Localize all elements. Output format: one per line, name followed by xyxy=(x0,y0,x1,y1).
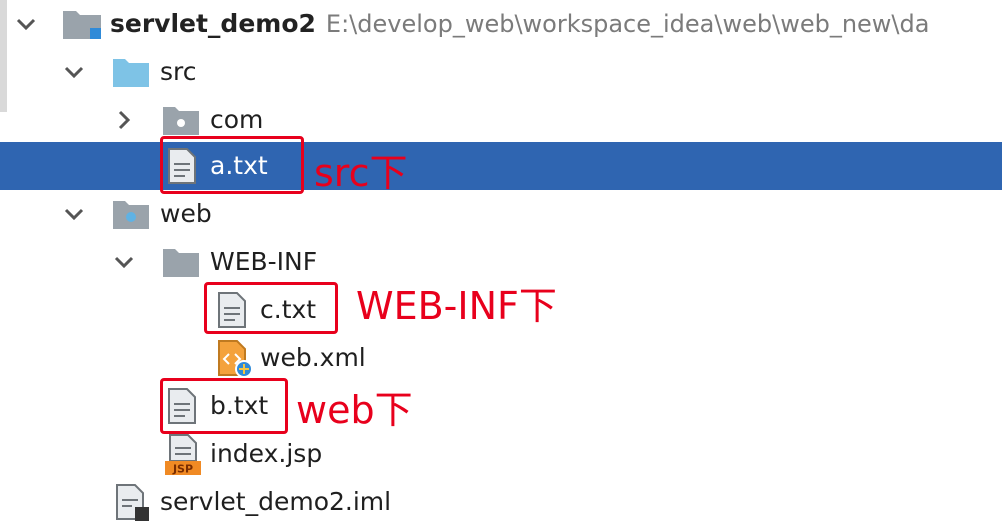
annotation-web: web下 xyxy=(296,388,413,432)
annotation-box-a-txt xyxy=(160,136,304,194)
tree-item-label: web.xml xyxy=(260,343,366,372)
tree-row-a-txt[interactable]: a.txt xyxy=(0,142,1002,190)
chevron-down-icon[interactable] xyxy=(62,202,86,226)
tree-item-label: WEB-INF xyxy=(210,247,318,276)
package-icon xyxy=(163,107,199,135)
annotation-box-c-txt xyxy=(204,282,338,334)
annotation-src: src下 xyxy=(314,151,408,195)
chevron-down-icon[interactable] xyxy=(62,60,86,84)
tree-item-label: web xyxy=(160,199,212,228)
root-row-text: servlet_demo2 E:\develop_web\workspace_id… xyxy=(110,11,929,36)
tree-row-root[interactable]: servlet_demo2 E:\develop_web\workspace_id… xyxy=(0,0,1002,48)
tree-row-web[interactable]: web xyxy=(0,190,1002,238)
tree-row-src[interactable]: src xyxy=(0,48,1002,96)
xml-file-icon xyxy=(218,340,253,378)
tree-item-label: servlet_demo2.iml xyxy=(160,487,392,516)
web-folder-icon xyxy=(113,201,149,229)
tree-row-b-txt[interactable]: b.txt xyxy=(0,382,1002,430)
project-tree: servlet_demo2 E:\develop_web\workspace_id… xyxy=(0,0,1002,530)
iml-file-icon xyxy=(116,484,149,521)
chevron-down-icon[interactable] xyxy=(112,250,136,274)
folder-icon xyxy=(163,249,199,277)
source-folder-icon xyxy=(113,59,149,87)
chevron-down-icon[interactable] xyxy=(14,12,38,36)
project-name: servlet_demo2 xyxy=(110,9,316,38)
tree-row-iml[interactable]: servlet_demo2.iml xyxy=(0,478,1002,526)
tree-item-label: src xyxy=(160,57,197,86)
module-folder-icon xyxy=(63,11,101,39)
tree-item-label: index.jsp xyxy=(210,439,323,468)
project-path: E:\develop_web\workspace_idea\web\web_ne… xyxy=(325,10,930,38)
annotation-web-inf: WEB-INF下 xyxy=(356,284,557,328)
annotation-box-b-txt xyxy=(160,378,288,434)
jsp-file-icon: JSP xyxy=(165,434,201,476)
chevron-right-icon[interactable] xyxy=(112,108,136,132)
tree-row-com[interactable]: com xyxy=(0,96,1002,144)
tree-row-web-xml[interactable]: web.xml xyxy=(0,334,1002,382)
tree-row-index-jsp[interactable]: JSP index.jsp xyxy=(0,430,1002,478)
tree-item-label: com xyxy=(210,105,264,134)
tree-row-web-inf[interactable]: WEB-INF xyxy=(0,238,1002,286)
jsp-badge: JSP xyxy=(172,463,193,476)
